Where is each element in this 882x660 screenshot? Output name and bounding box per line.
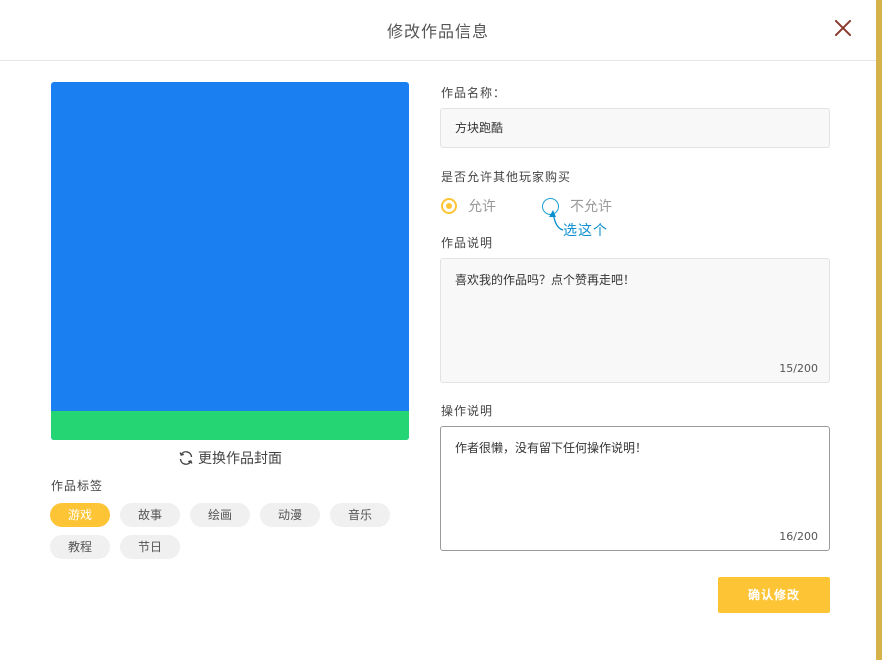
ops-textarea[interactable]: 作者很懒，没有留下任何操作说明！ 16/200 bbox=[440, 426, 830, 551]
tag-tutorial[interactable]: 教程 bbox=[50, 535, 110, 559]
annotation-text: 选这个 bbox=[563, 223, 608, 239]
cover-image bbox=[51, 82, 409, 440]
tag-story[interactable]: 故事 bbox=[120, 503, 180, 527]
tags-label: 作品标签 bbox=[51, 479, 104, 493]
purchase-label: 是否允许其他玩家购买 bbox=[441, 170, 572, 184]
ops-label: 操作说明 bbox=[441, 404, 494, 418]
change-cover-button[interactable]: 更换作品封面 bbox=[178, 448, 282, 468]
dialog-header: 修改作品信息 bbox=[0, 0, 876, 61]
tag-anime[interactable]: 动漫 bbox=[260, 503, 320, 527]
radio-checked-icon bbox=[441, 198, 457, 214]
edit-work-dialog: 修改作品信息 更换作品封面 作品标签 游戏 故事 绘画 动漫 音乐 教程 节日 … bbox=[0, 0, 876, 660]
change-cover-label: 更换作品封面 bbox=[198, 451, 282, 467]
tag-music[interactable]: 音乐 bbox=[330, 503, 390, 527]
refresh-icon bbox=[179, 451, 193, 465]
tag-drawing[interactable]: 绘画 bbox=[190, 503, 250, 527]
close-icon[interactable] bbox=[832, 17, 854, 39]
tag-festival[interactable]: 节日 bbox=[120, 535, 180, 559]
name-label: 作品名称： bbox=[441, 86, 507, 100]
name-input[interactable]: 方块跑酷 bbox=[440, 108, 830, 148]
desc-counter: 15/200 bbox=[779, 362, 818, 375]
ops-counter: 16/200 bbox=[779, 530, 818, 543]
confirm-button[interactable]: 确认修改 bbox=[718, 577, 830, 613]
desc-text: 喜欢我的作品吗？点个赞再走吧！ bbox=[455, 273, 636, 287]
background-strip bbox=[876, 0, 882, 660]
tag-game[interactable]: 游戏 bbox=[50, 503, 110, 527]
cover-ground bbox=[51, 411, 409, 440]
ops-text: 作者很懒，没有留下任何操作说明！ bbox=[455, 441, 648, 455]
radio-allow-label: 允许 bbox=[468, 199, 496, 215]
desc-label: 作品说明 bbox=[441, 236, 494, 250]
radio-allow[interactable]: 允许 bbox=[441, 196, 496, 216]
radio-disallow-label: 不允许 bbox=[570, 199, 612, 215]
desc-textarea[interactable]: 喜欢我的作品吗？点个赞再走吧！ 15/200 bbox=[440, 258, 830, 383]
dialog-title: 修改作品信息 bbox=[386, 22, 489, 41]
